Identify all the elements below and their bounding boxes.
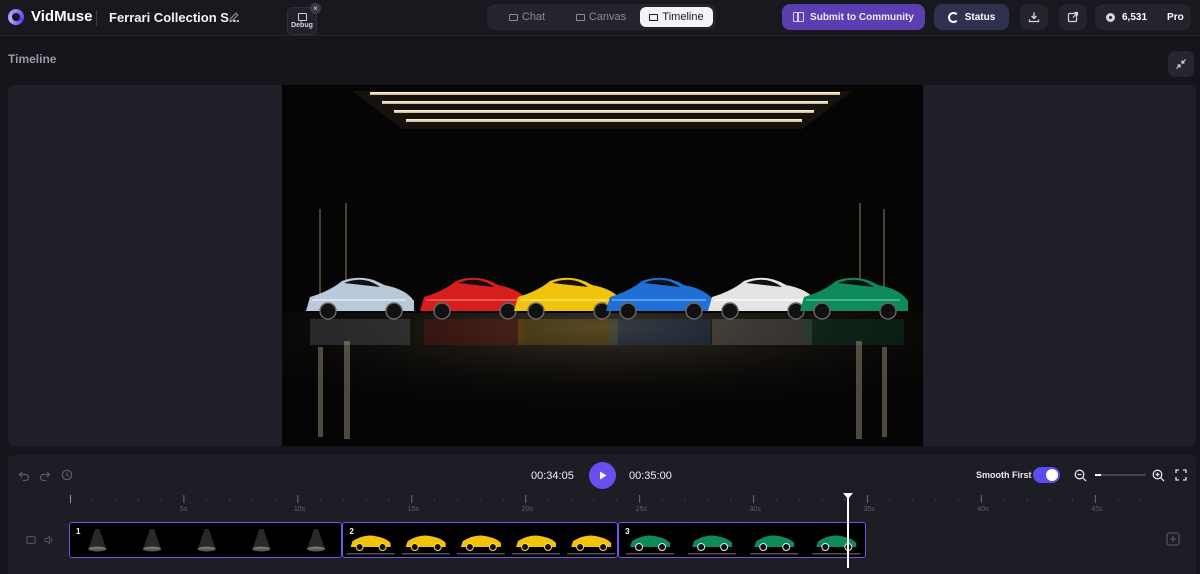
showroom-scene-image <box>282 85 923 446</box>
ruler-tick-label: 30s <box>750 506 762 513</box>
current-time: 00:34:05 <box>531 470 574 482</box>
smooth-first-label: Smooth First <box>976 470 1032 480</box>
collapse-preview-button[interactable] <box>1168 51 1194 77</box>
header-divider <box>96 10 97 26</box>
loading-spinner-icon <box>947 11 959 23</box>
total-duration: 00:35:00 <box>629 470 672 482</box>
ruler-tick-label: 40s <box>977 506 989 513</box>
timeline-panel: 00:34:05 00:35:00 Smooth First 5s 10s 15s 2… <box>8 455 1196 574</box>
clip-number: 2 <box>349 527 354 536</box>
fullscreen-icon[interactable] <box>1175 469 1187 481</box>
clip-number: 3 <box>625 527 630 536</box>
app-name: VidMuse <box>31 8 93 25</box>
zoom-in-icon[interactable] <box>1152 469 1165 482</box>
external-link-icon <box>1067 11 1079 23</box>
tab-canvas[interactable]: Canvas <box>575 7 627 27</box>
status-label: Status <box>964 11 996 23</box>
undo-icon[interactable] <box>18 469 30 481</box>
clip-thumbnails <box>88 529 326 552</box>
add-track-icon[interactable] <box>1166 532 1180 546</box>
collapse-icon <box>1176 59 1186 69</box>
credits-value: 6,531 <box>1122 11 1148 23</box>
tab-timeline[interactable]: Timeline <box>640 7 713 27</box>
ruler-tick-label: 25s <box>636 506 648 513</box>
vidmuse-logo-icon <box>8 8 24 25</box>
app-logo[interactable]: VidMuse <box>8 8 92 25</box>
download-icon <box>1028 12 1040 23</box>
edit-title-icon[interactable] <box>228 11 240 23</box>
ruler-tick-label: 15s <box>408 506 420 513</box>
video-track: 1 2 3 <box>69 522 867 558</box>
clip-number: 1 <box>76 527 81 536</box>
zoom-slider[interactable] <box>1095 474 1146 476</box>
section-title: Timeline <box>8 52 57 66</box>
clip-thumbnails <box>626 535 861 555</box>
canvas-icon <box>575 13 585 21</box>
debug-close-icon[interactable]: × <box>310 3 321 14</box>
tab-timeline-label: Timeline <box>662 11 704 23</box>
top-bar: VidMuse Ferrari Collection S... Debug × … <box>0 0 1200 36</box>
credits-badge[interactable]: 6,531 Pro <box>1095 4 1191 30</box>
submit-to-community-button[interactable]: Submit to Community <box>782 4 925 30</box>
video-frame[interactable] <box>282 85 923 446</box>
ruler-tick-label: 35s <box>863 506 875 513</box>
ruler-tick-label: 10s <box>294 506 306 513</box>
view-tabs: Chat Canvas Timeline <box>487 4 716 30</box>
play-button[interactable] <box>589 462 616 489</box>
playhead[interactable] <box>842 493 853 568</box>
download-button[interactable] <box>1020 4 1048 30</box>
zoom-out-icon[interactable] <box>1074 469 1087 482</box>
history-icon[interactable] <box>61 469 73 481</box>
ruler-tick-label: 45s <box>1091 506 1103 513</box>
submit-label: Submit to Community <box>810 11 914 23</box>
credit-coin-icon <box>1106 12 1115 22</box>
time-ruler[interactable]: 5s 10s 15s 20s 25s 30s 35s 40s 45s <box>70 495 1150 513</box>
smooth-first-toggle[interactable] <box>1033 467 1060 483</box>
debug-label: Debug <box>291 22 313 29</box>
track-controls <box>26 535 55 545</box>
zoom-slider-fill <box>1095 474 1102 476</box>
clip-thumbnails <box>346 535 616 555</box>
share-button[interactable] <box>1059 4 1087 30</box>
play-icon <box>600 471 607 480</box>
tab-chat-label: Chat <box>521 11 546 23</box>
video-preview-area <box>8 85 1196 446</box>
redo-icon[interactable] <box>39 469 51 481</box>
chat-icon <box>508 13 518 21</box>
timeline-clip-2[interactable]: 2 <box>342 522 619 558</box>
volume-icon[interactable] <box>44 535 55 545</box>
timeline-clip-1[interactable]: 1 <box>69 522 343 558</box>
track-visibility-icon[interactable] <box>26 535 36 545</box>
project-title[interactable]: Ferrari Collection S... <box>109 10 240 25</box>
tab-canvas-label: Canvas <box>588 11 627 23</box>
status-button[interactable]: Status <box>934 4 1009 30</box>
ruler-tick-label: 20s <box>522 506 534 513</box>
ruler-tick-label: 5s <box>180 506 188 513</box>
timeline-clip-3[interactable]: 3 <box>618 522 867 558</box>
plan-label: Pro <box>1167 11 1184 23</box>
timeline-icon <box>649 13 659 21</box>
debug-icon <box>297 13 307 21</box>
toggle-knob <box>1046 469 1058 481</box>
tab-chat[interactable]: Chat <box>505 7 549 27</box>
gift-icon <box>793 12 805 22</box>
